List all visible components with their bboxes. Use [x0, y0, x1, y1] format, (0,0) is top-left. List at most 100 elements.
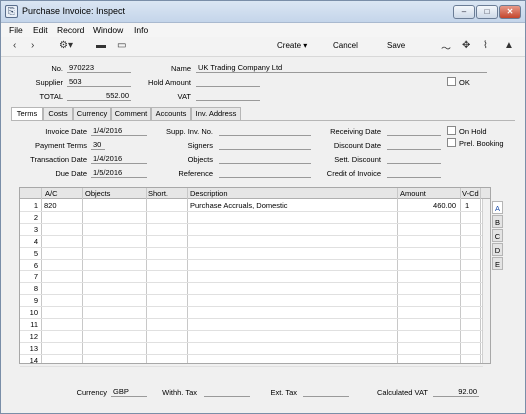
next-record-icon[interactable]: › — [31, 40, 34, 51]
menu-info[interactable]: Info — [134, 25, 148, 35]
toolbar: ‹ › ⚙▾ ▬ ▭ Create ▾ Cancel Save 〜 ✥ ⌇ ▲ — [1, 37, 525, 57]
name-label: Name — [170, 64, 191, 73]
col-objects[interactable]: Objects — [85, 189, 110, 198]
row-divider — [20, 294, 483, 296]
withh-tax-label: Withh. Tax — [162, 388, 197, 397]
row-number: 11 — [30, 320, 38, 329]
col-amount[interactable]: Amount — [400, 189, 426, 198]
supp-inv-no-field[interactable] — [219, 126, 311, 136]
invoice-date-label: Invoice Date — [45, 127, 87, 136]
prel-booking-label: Prel. Booking — [459, 139, 504, 148]
col-vcd[interactable]: V-Cd — [462, 189, 479, 198]
cell-description[interactable]: Purchase Accruals, Domestic — [190, 201, 288, 210]
side-tab-c[interactable]: C — [492, 229, 503, 242]
row-divider — [20, 318, 483, 319]
row-number: 1 — [33, 201, 38, 210]
col-description[interactable]: Description — [190, 189, 228, 198]
credit-of-invoice-field[interactable] — [387, 168, 441, 178]
side-tab-e[interactable]: E — [492, 257, 503, 270]
signers-label: Signers — [187, 141, 213, 150]
gear-icon[interactable]: ⚙▾ — [59, 40, 73, 51]
row-divider — [20, 282, 483, 284]
tab-accounts[interactable]: Accounts — [151, 107, 191, 120]
sett-discount-field[interactable] — [387, 154, 441, 164]
payment-terms-field[interactable]: 30 — [91, 140, 105, 150]
menu-edit[interactable]: Edit — [33, 25, 48, 35]
currency-field[interactable]: GBP — [111, 387, 147, 397]
tab-inv-address[interactable]: Inv. Address — [191, 107, 241, 120]
activity-icon[interactable]: 〜 — [441, 40, 451, 55]
print-preview-icon[interactable]: ▭ — [117, 40, 126, 51]
cancel-button[interactable]: Cancel — [333, 41, 358, 50]
hold-amount-label: Hold Amount — [148, 78, 191, 87]
total-label: TOTAL — [39, 92, 63, 101]
attachment-icon[interactable]: ⌇ — [483, 40, 488, 51]
maximize-button[interactable]: □ — [476, 5, 498, 19]
reference-field[interactable] — [219, 168, 311, 178]
side-tab-d[interactable]: D — [492, 243, 503, 256]
tab-comment[interactable]: Comment — [111, 107, 151, 120]
minimize-button[interactable]: – — [453, 5, 475, 19]
divider — [460, 188, 461, 363]
menu-bar: File Edit Record Window Info — [1, 23, 525, 37]
on-hold-label: On Hold — [459, 127, 487, 136]
invoice-date-field[interactable]: 1/4/2016 — [91, 126, 147, 136]
signers-field[interactable] — [219, 140, 311, 150]
currency-label: Currency — [76, 388, 107, 397]
objects-field[interactable] — [219, 154, 311, 164]
row-number: 6 — [33, 260, 38, 270]
calculated-vat-label: Calculated VAT — [377, 388, 428, 397]
transaction-date-field[interactable]: 1/4/2016 — [91, 154, 147, 164]
cell-vcd[interactable]: 1 — [465, 201, 469, 210]
sett-discount-label: Sett. Discount — [334, 155, 381, 164]
purchase-invoice-window: ⎘ Purchase Invoice: Inspect – □ ✕ File E… — [0, 0, 526, 414]
supplier-label: Supplier — [35, 78, 63, 87]
title-bar[interactable]: ⎘ Purchase Invoice: Inspect – □ ✕ — [1, 1, 525, 23]
cell-amount[interactable]: 460.00 — [400, 201, 456, 210]
divider — [146, 188, 147, 363]
receiving-date-field[interactable] — [387, 126, 441, 136]
menu-record[interactable]: Record — [57, 25, 84, 35]
graduate-cap-icon[interactable]: ▲ — [504, 40, 514, 51]
row-number: 5 — [33, 248, 38, 258]
no-field[interactable]: 970223 — [67, 63, 131, 73]
on-hold-checkbox[interactable] — [447, 126, 456, 135]
vat-field[interactable] — [196, 91, 260, 101]
divider — [187, 188, 188, 363]
row-number: 4 — [33, 236, 38, 246]
app-icon: ⎘ — [5, 5, 18, 18]
ok-checkbox[interactable] — [447, 77, 456, 86]
cell-ac[interactable]: 820 — [44, 201, 57, 210]
discount-date-field[interactable] — [387, 140, 441, 150]
menu-window[interactable]: Window — [93, 25, 123, 35]
tab-currency[interactable]: Currency — [73, 107, 111, 120]
col-ac[interactable]: A/C — [45, 189, 58, 198]
tab-costs[interactable]: Costs — [43, 107, 73, 120]
previous-record-icon[interactable]: ‹ — [13, 40, 16, 51]
prel-booking-checkbox[interactable] — [447, 138, 456, 147]
print-icon[interactable]: ▬ — [96, 40, 106, 51]
name-field[interactable]: UK Trading Company Ltd — [196, 63, 487, 73]
rows-grid[interactable]: A/C Objects Short. Description Amount V-… — [19, 187, 491, 367]
row-divider — [20, 246, 483, 248]
tab-terms[interactable]: Terms — [11, 107, 43, 121]
due-date-field[interactable]: 1/5/2016 — [91, 168, 147, 178]
calculated-vat-field: 92.00 — [433, 387, 479, 397]
row-number: 2 — [33, 212, 38, 222]
supplier-field[interactable]: 503 — [67, 77, 131, 87]
close-button[interactable]: ✕ — [499, 5, 521, 19]
create-button[interactable]: Create ▾ — [277, 41, 307, 50]
ext-tax-field[interactable] — [303, 387, 349, 397]
side-tab-b[interactable]: B — [492, 215, 503, 228]
row-divider — [20, 210, 483, 212]
save-button[interactable]: Save — [387, 41, 405, 50]
expand-icon[interactable]: ✥ — [462, 40, 470, 51]
withh-tax-field[interactable] — [204, 387, 250, 397]
side-tab-a[interactable]: A — [492, 201, 503, 214]
transaction-date-label: Transaction Date — [30, 155, 87, 164]
col-short[interactable]: Short. — [148, 189, 168, 198]
menu-file[interactable]: File — [9, 25, 23, 35]
grid-scrollbar[interactable] — [482, 199, 490, 363]
supp-inv-no-label: Supp. Inv. No. — [166, 127, 213, 136]
hold-amount-field[interactable] — [196, 77, 260, 87]
